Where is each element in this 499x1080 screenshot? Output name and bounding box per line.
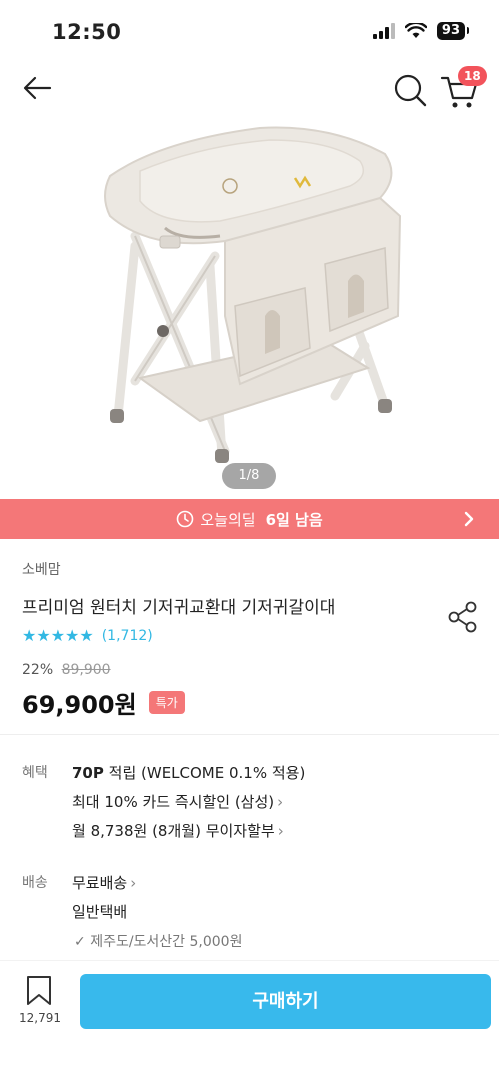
shipping-method: 일반택배 <box>72 903 128 921</box>
chevron-right-icon <box>464 511 474 527</box>
deal-remaining: 6일 남음 <box>265 510 323 529</box>
discount-row: 22% 89,900 <box>22 662 111 678</box>
shipping-extra-row: ✓ 제주도/도서산간 5,000원 <box>74 931 242 951</box>
chevron-right-icon: › <box>130 874 137 892</box>
shipping-fee: 무료배송 <box>72 874 128 892</box>
check-icon: ✓ <box>74 934 86 950</box>
status-icons: 93 <box>372 22 470 40</box>
installment-text: 월 8,738원 (8개월) 무이자할부 <box>72 822 275 840</box>
back-arrow-icon[interactable] <box>20 72 56 104</box>
product-title: 프리미엄 원터치 기저귀교환대 기저귀갈이대 <box>22 598 336 618</box>
deal-label: 오늘의딜 <box>200 510 256 529</box>
changing-table-image <box>104 126 402 463</box>
section-divider <box>0 734 499 735</box>
search-icon[interactable] <box>390 70 430 110</box>
todays-deal-banner[interactable]: 오늘의딜 6일 남음 <box>0 499 499 539</box>
star-rating: ★★★★★ <box>22 626 94 645</box>
card-discount-row[interactable]: 최대 10% 카드 즉시할인 (삼성) › <box>72 791 283 812</box>
benefits-label: 혜택 <box>22 765 48 781</box>
status-bar: 12:50 93 <box>0 0 499 60</box>
battery-indicator: 93 <box>436 22 470 40</box>
installment-row[interactable]: 월 8,738원 (8개월) 무이자할부 › <box>72 820 284 841</box>
clock-icon <box>177 510 194 528</box>
bookmark-count: 12,791 <box>19 1011 61 1025</box>
card-discount-text: 최대 10% 카드 즉시할인 (삼성) <box>72 793 275 811</box>
bottom-action-bar: 12,791 구매하기 <box>0 960 499 1080</box>
cart-count-badge: 18 <box>458 66 487 86</box>
status-time: 12:50 <box>52 20 122 44</box>
original-price: 89,900 <box>61 662 111 678</box>
shipping-label: 배송 <box>22 875 48 891</box>
share-icon[interactable] <box>446 600 480 634</box>
price-row: 69,900원 특가 <box>22 685 185 720</box>
special-badge: 특가 <box>148 691 185 714</box>
points-benefit: 70P 적립 (WELCOME 0.1% 적용) <box>72 762 305 783</box>
product-image-gallery[interactable]: 1/8 <box>0 116 499 499</box>
bottom-peek <box>0 1068 499 1080</box>
shipping-fee-row[interactable]: 무료배송 › <box>72 872 136 893</box>
discount-rate: 22% <box>22 662 54 678</box>
buy-button[interactable]: 구매하기 <box>80 974 491 1029</box>
image-counter: 1/8 <box>222 463 276 489</box>
rating-row[interactable]: ★★★★★ (1,712) <box>22 626 153 645</box>
sale-price: 69,900원 <box>22 691 137 719</box>
signal-icon <box>372 23 395 39</box>
points-amount: 70P <box>72 764 104 782</box>
chevron-right-icon: › <box>277 793 284 811</box>
brand-name[interactable]: 소베맘 <box>22 559 61 579</box>
chevron-right-icon: › <box>277 822 284 840</box>
wifi-icon <box>404 23 427 38</box>
top-nav <box>0 60 499 116</box>
bookmark-icon[interactable] <box>24 975 54 1007</box>
shipping-extra: 제주도/도서산간 5,000원 <box>90 934 243 950</box>
review-count[interactable]: (1,712) <box>102 628 153 644</box>
points-detail: 적립 (WELCOME 0.1% 적용) <box>103 764 306 782</box>
